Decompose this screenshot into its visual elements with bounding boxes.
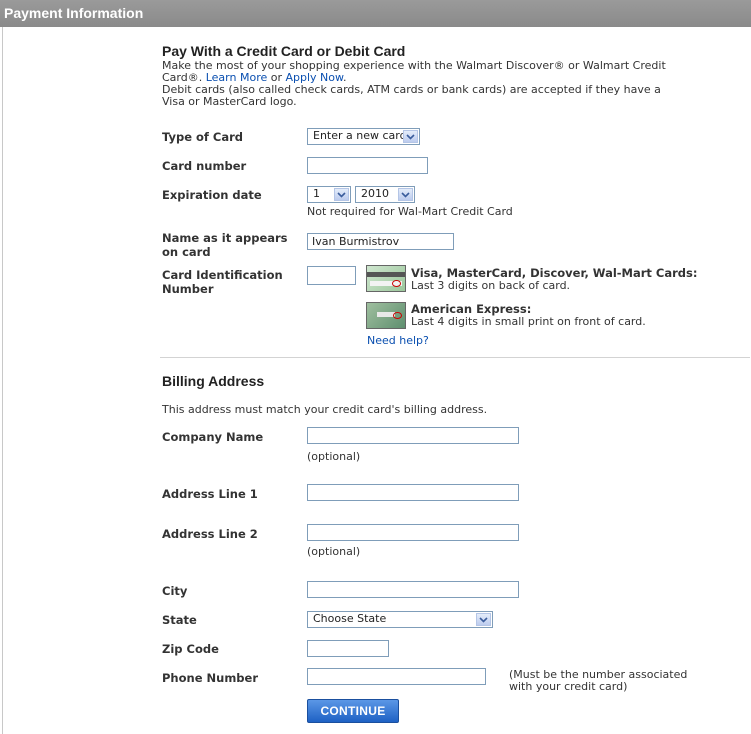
- city-label: City: [162, 584, 188, 598]
- pay-intro: Make the most of your shopping experienc…: [162, 60, 751, 108]
- billing-note: This address must match your credit card…: [162, 403, 488, 416]
- phone-note-line2: with your credit card): [509, 680, 628, 693]
- amex-desc: Last 4 digits in small print on front of…: [411, 315, 646, 328]
- visa-title: Visa, MasterCard, Discover, Wal-Mart Car…: [411, 266, 698, 280]
- amex-card-icon: [366, 302, 406, 329]
- chevron-down-icon: [398, 188, 413, 201]
- address1-input[interactable]: [307, 484, 519, 501]
- type-of-card-value: Enter a new card: [313, 129, 407, 142]
- cid-label: Card Identification Number: [162, 268, 283, 296]
- amex-title: American Express:: [411, 302, 532, 316]
- billing-title: Billing Address: [162, 373, 265, 389]
- section-header: Payment Information: [0, 0, 751, 27]
- type-of-card-label: Type of Card: [162, 130, 244, 144]
- name-on-card-input[interactable]: Ivan Burmistrov: [307, 233, 454, 250]
- pay-title: Pay With a Credit Card or Debit Card: [162, 43, 406, 59]
- card-back-icon: [366, 265, 406, 292]
- card-number-input[interactable]: [307, 157, 428, 174]
- zip-code-input[interactable]: [307, 640, 389, 657]
- state-label: State: [162, 613, 197, 627]
- chevron-down-icon: [403, 130, 418, 143]
- cid-label-line2: Number: [162, 282, 214, 296]
- address2-label: Address Line 2: [162, 527, 258, 541]
- card-number-label: Card number: [162, 159, 247, 173]
- company-name-input[interactable]: [307, 427, 519, 444]
- continue-button[interactable]: CONTINUE: [307, 699, 399, 723]
- zip-code-label: Zip Code: [162, 642, 219, 656]
- name-label-line1: Name as it appears: [162, 231, 288, 245]
- state-value: Choose State: [313, 612, 387, 625]
- exp-year-value: 2010: [361, 187, 389, 200]
- state-select[interactable]: Choose State: [307, 611, 493, 628]
- chevron-down-icon: [476, 613, 491, 626]
- company-name-label: Company Name: [162, 430, 264, 444]
- cid-label-line1: Card Identification: [162, 268, 283, 282]
- chevron-down-icon: [334, 188, 349, 201]
- exp-note: Not required for Wal-Mart Credit Card: [307, 205, 513, 218]
- city-input[interactable]: [307, 581, 519, 598]
- exp-month-value: 1: [313, 187, 320, 200]
- type-of-card-select[interactable]: Enter a new card: [307, 128, 420, 145]
- phone-number-label: Phone Number: [162, 671, 259, 685]
- debit-line2: Visa or MasterCard logo.: [162, 95, 297, 108]
- visa-info: Visa, MasterCard, Discover, Wal-Mart Car…: [411, 266, 697, 292]
- section-header-title: Payment Information: [4, 5, 144, 21]
- visa-desc: Last 3 digits on back of card.: [411, 279, 571, 292]
- exp-year-select[interactable]: 2010: [355, 186, 415, 203]
- phone-note: (Must be the number associated with your…: [509, 669, 687, 693]
- cid-input[interactable]: [307, 266, 356, 285]
- frame-border: [2, 27, 3, 734]
- expiration-date-label: Expiration date: [162, 188, 262, 202]
- name-on-card-label: Name as it appears on card: [162, 231, 288, 259]
- need-help-link[interactable]: Need help?: [367, 335, 429, 347]
- exp-month-select[interactable]: 1: [307, 186, 351, 203]
- address2-optional-note: (optional): [307, 545, 361, 558]
- name-label-line2: on card: [162, 245, 211, 259]
- company-optional-note: (optional): [307, 450, 361, 463]
- address2-input[interactable]: [307, 524, 519, 541]
- phone-number-input[interactable]: [307, 668, 486, 685]
- section-divider: [160, 357, 750, 358]
- amex-info: American Express: Last 4 digits in small…: [411, 302, 646, 328]
- address1-label: Address Line 1: [162, 487, 258, 501]
